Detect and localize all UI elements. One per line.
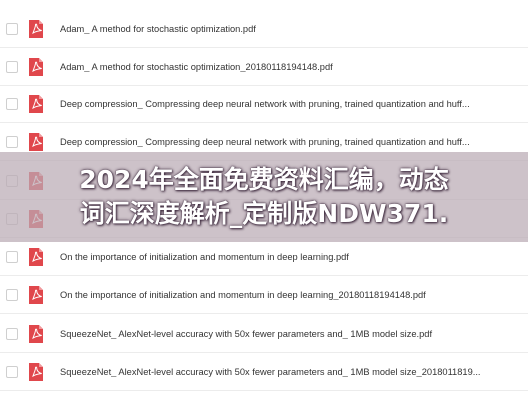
file-row[interactable]: On the importance of initialization and … bbox=[0, 239, 528, 276]
row-checkbox[interactable] bbox=[6, 23, 18, 35]
file-row[interactable]: Deep compression_ Compressing deep neura… bbox=[0, 86, 528, 123]
file-name[interactable]: On the importance of initialization and … bbox=[60, 290, 508, 300]
file-row[interactable]: On the importance of initialization and … bbox=[0, 277, 528, 314]
pdf-icon bbox=[29, 95, 43, 113]
row-checkbox[interactable] bbox=[6, 289, 18, 301]
banner-title-line-1: 2024年全面免费资料汇编，动态 bbox=[79, 165, 449, 194]
file-name[interactable]: Deep compression_ Compressing deep neura… bbox=[60, 99, 508, 109]
file-row[interactable]: Adam_ A method for stochastic optimizati… bbox=[0, 49, 528, 86]
file-name[interactable]: Adam_ A method for stochastic optimizati… bbox=[60, 24, 508, 34]
row-checkbox[interactable] bbox=[6, 366, 18, 378]
file-row[interactable]: SqueezeNet_ AlexNet-level accuracy with … bbox=[0, 354, 528, 391]
banner-title-line-2: 词汇深度解析_定制版NDW371. bbox=[79, 199, 449, 228]
pdf-icon bbox=[29, 248, 43, 266]
overlay-banner: 2024年全面免费资料汇编，动态 词汇深度解析_定制版NDW371. bbox=[0, 152, 528, 242]
file-name[interactable]: Adam_ A method for stochastic optimizati… bbox=[60, 62, 508, 72]
pdf-icon bbox=[29, 363, 43, 381]
row-checkbox[interactable] bbox=[6, 98, 18, 110]
file-name[interactable]: Deep compression_ Compressing deep neura… bbox=[60, 137, 508, 147]
file-name[interactable]: SqueezeNet_ AlexNet-level accuracy with … bbox=[60, 329, 508, 339]
pdf-icon bbox=[29, 286, 43, 304]
pdf-icon bbox=[29, 20, 43, 38]
pdf-icon bbox=[29, 58, 43, 76]
pdf-icon bbox=[29, 325, 43, 343]
file-name[interactable]: SqueezeNet_ AlexNet-level accuracy with … bbox=[60, 367, 508, 377]
row-checkbox[interactable] bbox=[6, 136, 18, 148]
file-row[interactable]: Adam_ A method for stochastic optimizati… bbox=[0, 11, 528, 48]
row-checkbox[interactable] bbox=[6, 61, 18, 73]
pdf-icon bbox=[29, 133, 43, 151]
row-checkbox[interactable] bbox=[6, 251, 18, 263]
row-checkbox[interactable] bbox=[6, 328, 18, 340]
file-row[interactable]: SqueezeNet_ AlexNet-level accuracy with … bbox=[0, 316, 528, 353]
file-name[interactable]: On the importance of initialization and … bbox=[60, 252, 508, 262]
